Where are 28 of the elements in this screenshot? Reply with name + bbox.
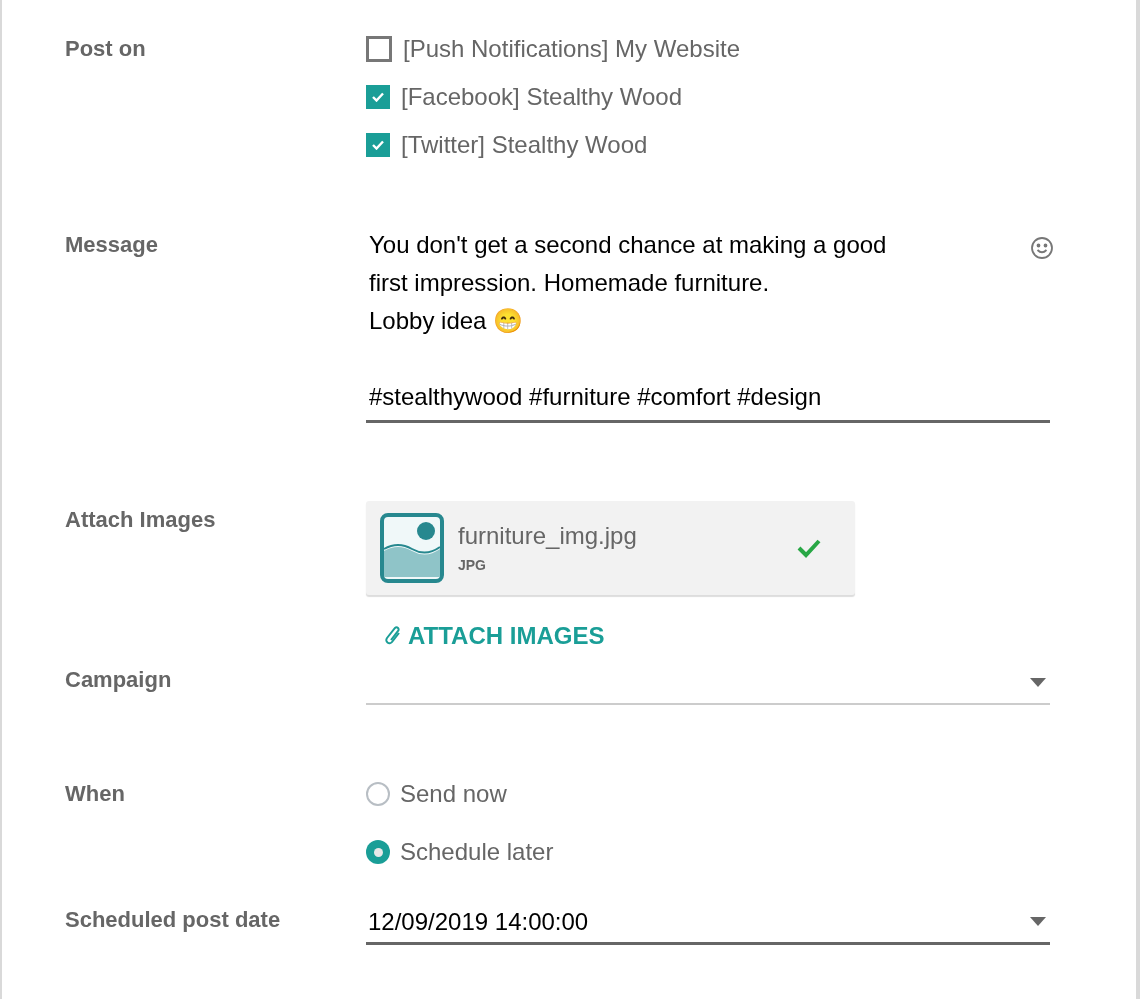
checkmark-icon: [372, 140, 384, 150]
file-type: JPG: [458, 555, 487, 575]
radio-button[interactable]: [366, 782, 390, 806]
emoji-icon[interactable]: [1030, 236, 1054, 260]
image-file-icon: [380, 513, 444, 583]
checkbox[interactable]: [366, 36, 392, 62]
field-label: Scheduled post date: [65, 906, 282, 934]
radio-label[interactable]: Send now: [400, 776, 507, 812]
checkbox-label[interactable]: [Facebook] Stealthy Wood: [401, 79, 683, 115]
dropdown-arrow-icon: [1030, 677, 1046, 687]
field-label: Message: [65, 231, 159, 259]
attachment-card[interactable]: furniture_img.jpg JPG: [366, 501, 855, 595]
field-label: When: [65, 780, 126, 808]
field-label: Campaign: [65, 666, 173, 694]
radio-label[interactable]: Schedule later: [400, 834, 554, 870]
checkbox-label[interactable]: [Push Notifications] My Website: [403, 31, 741, 67]
field-label: Post on: [65, 35, 147, 63]
file-name: furniture_img.jpg: [458, 520, 638, 551]
checkbox-label[interactable]: [Twitter] Stealthy Wood: [401, 127, 648, 163]
checkbox[interactable]: [366, 85, 390, 109]
radio-button[interactable]: [366, 840, 390, 864]
field-label: Attach Images: [65, 506, 217, 534]
dropdown-arrow-icon: [1030, 917, 1046, 926]
attach-images-button[interactable]: ATTACH IMAGES: [384, 621, 605, 651]
checkmark-icon: [372, 92, 384, 102]
date-field[interactable]: 12/09/2019 14:00:00: [366, 901, 1050, 945]
checkbox[interactable]: [366, 133, 390, 157]
message-field[interactable]: You don't get a second chance at making a good first impression. Homemade furniture. Lobby idea 😁 #stealthywood #furniture #comfort #design: [366, 226, 1050, 423]
